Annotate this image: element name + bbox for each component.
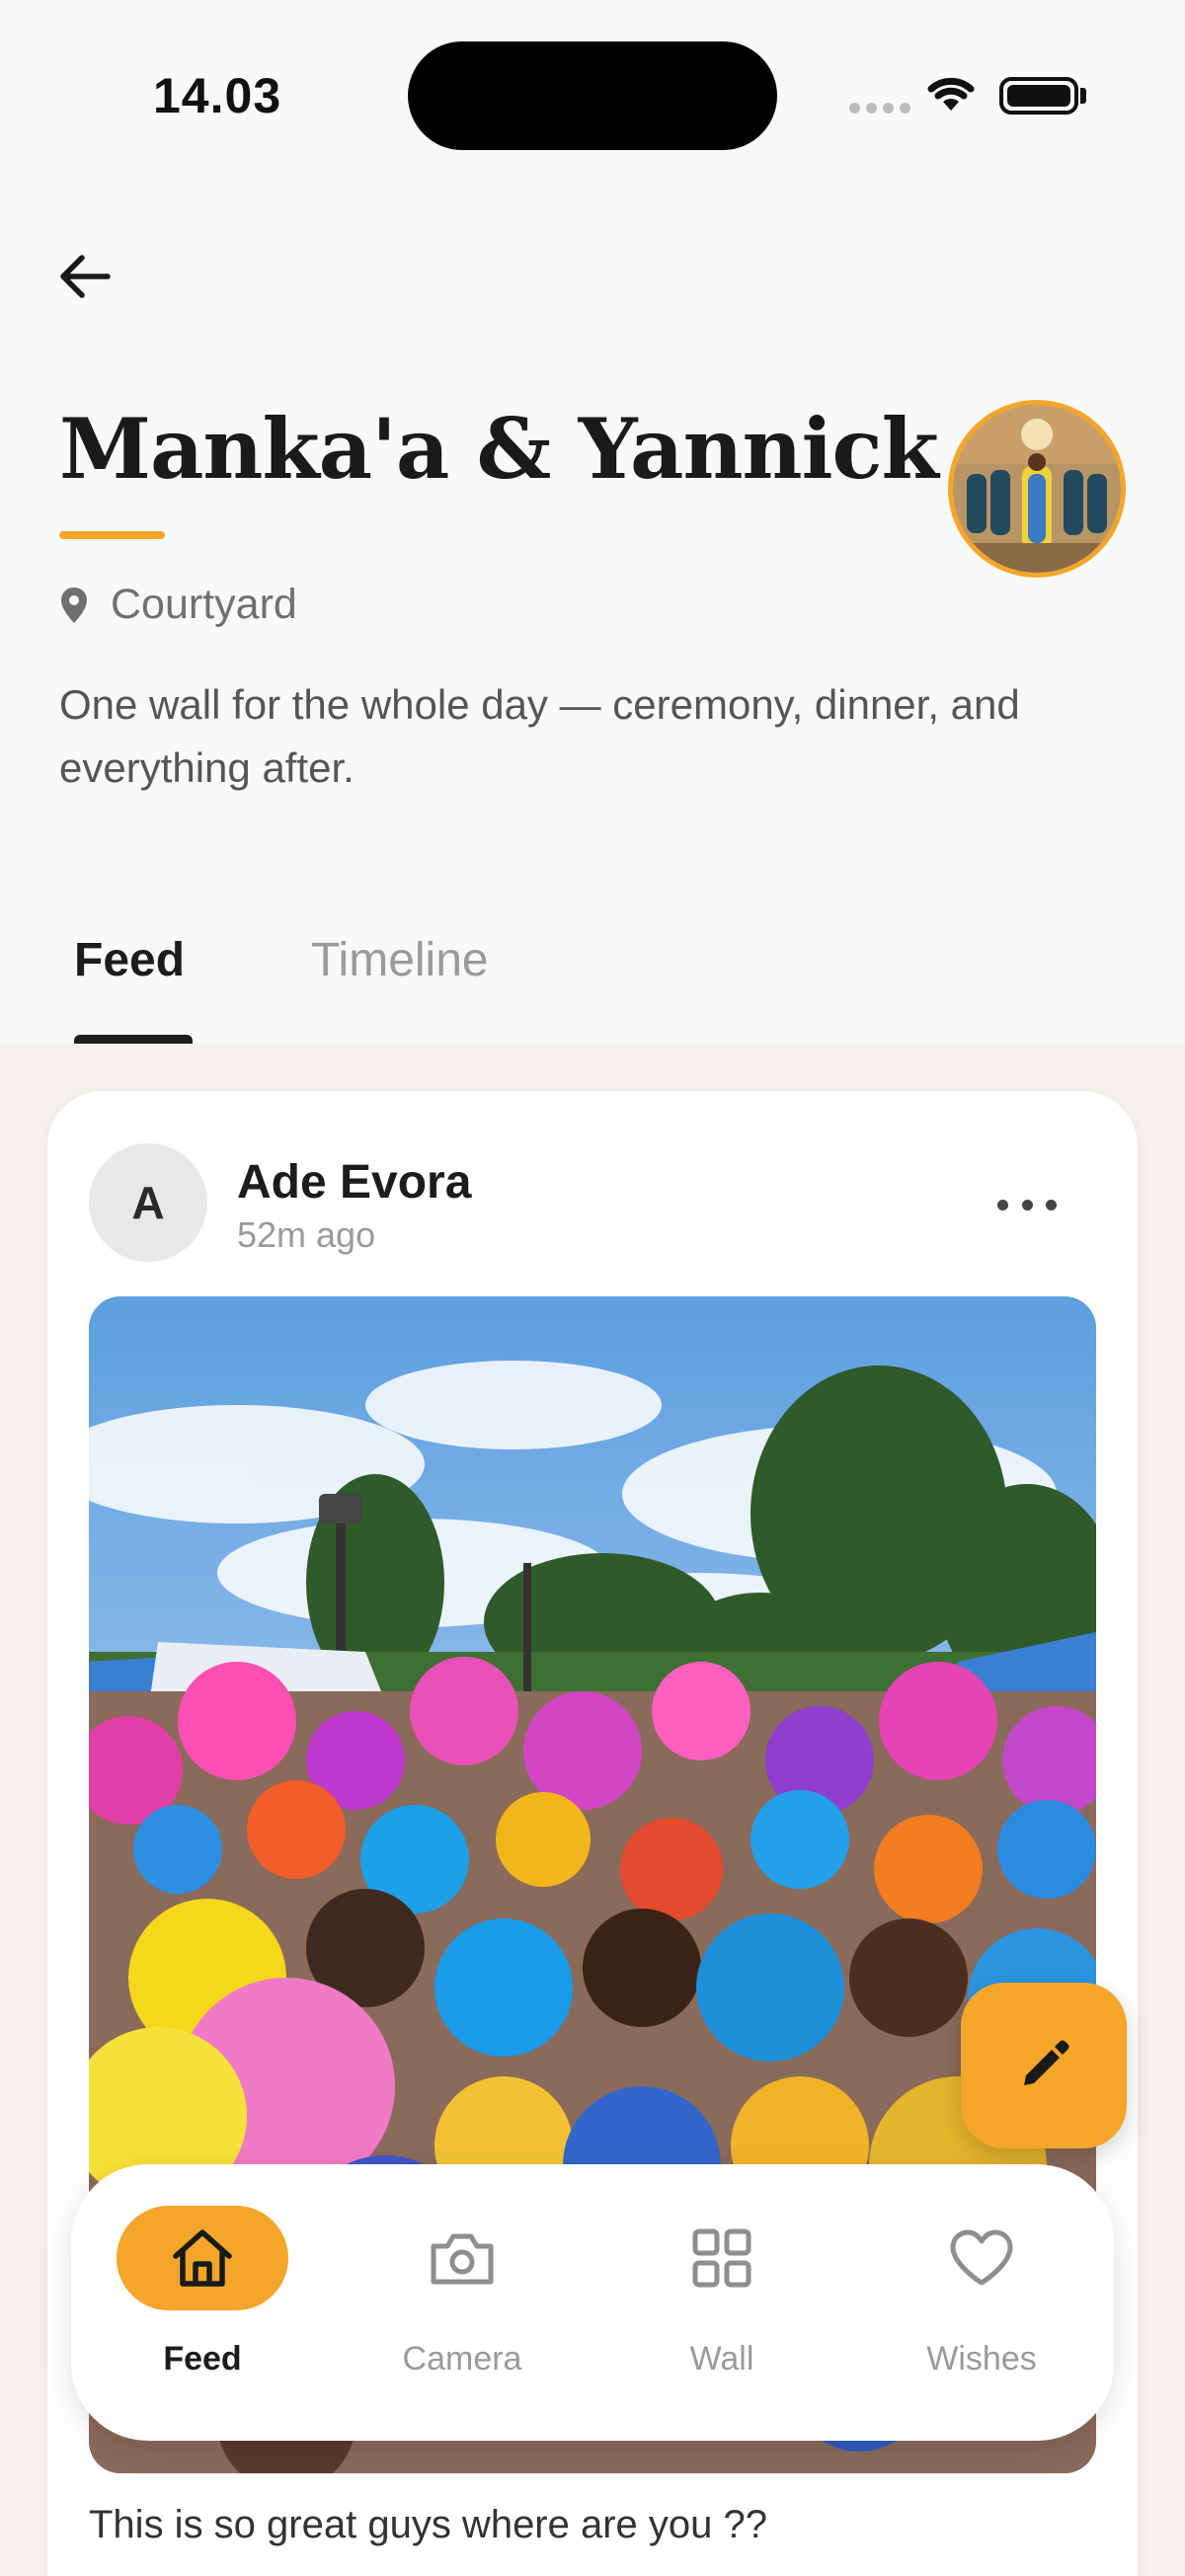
author-avatar[interactable]: A <box>89 1143 207 1262</box>
event-page: 14.03 Manka'a & Yannick Courtyard One wa… <box>0 0 1185 2576</box>
tab-feed[interactable]: Feed <box>74 933 185 987</box>
wifi-icon <box>923 71 979 117</box>
pencil-icon <box>1024 2040 1069 2085</box>
bottom-navigation: Feed Camera Wall Wishes <box>71 2164 1114 2441</box>
event-avatar[interactable] <box>948 400 1126 578</box>
tab-timeline[interactable]: Timeline <box>311 933 489 987</box>
post-author[interactable]: Ade Evora <box>237 1155 471 1210</box>
nav-feed-pill <box>117 2206 288 2310</box>
camera-icon <box>431 2233 494 2285</box>
title-underline <box>59 531 165 539</box>
nav-label-wall: Wall <box>689 2340 754 2378</box>
event-location: Courtyard <box>59 581 297 629</box>
event-title: Manka'a & Yannick <box>59 400 939 498</box>
nav-item-wishes[interactable]: Wishes <box>883 2164 1080 2441</box>
home-icon <box>173 2229 232 2287</box>
back-button[interactable] <box>49 242 118 311</box>
post-timestamp: 52m ago <box>237 1214 376 1255</box>
status-time: 14.03 <box>153 68 282 123</box>
heart-icon <box>950 2229 1013 2286</box>
compose-button[interactable] <box>961 1983 1127 2148</box>
battery-icon <box>999 77 1078 115</box>
arrow-left-icon <box>60 255 111 298</box>
battery-tip <box>1080 88 1086 104</box>
cellular-signal-icon <box>849 103 910 114</box>
nav-label-feed: Feed <box>163 2340 242 2378</box>
nav-item-camera[interactable]: Camera <box>363 2164 561 2441</box>
post-caption: This is so great guys where are you ?? <box>89 2503 768 2546</box>
grid-icon <box>692 2228 751 2288</box>
nav-item-wall[interactable]: Wall <box>623 2164 821 2441</box>
event-description: One wall for the whole day — ceremony, d… <box>59 681 1020 791</box>
more-options-icon[interactable] <box>997 1185 1057 1224</box>
location-pin-icon <box>61 586 87 623</box>
location-label: Courtyard <box>111 581 297 628</box>
nav-label-camera: Camera <box>402 2340 522 2378</box>
nav-label-wishes: Wishes <box>926 2340 1037 2378</box>
dynamic-island <box>408 41 777 150</box>
nav-item-feed[interactable]: Feed <box>104 2164 301 2441</box>
